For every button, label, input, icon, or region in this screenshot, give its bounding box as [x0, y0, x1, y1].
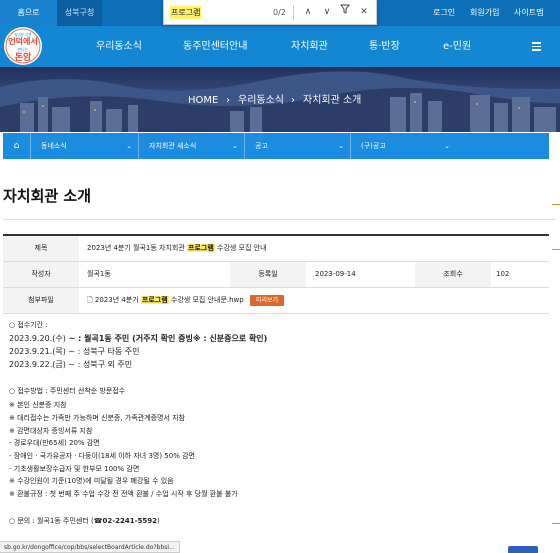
note-line: ※ 대리접수는 가족만 가능하며 신분증, 가족관계증명서 지참 [9, 414, 186, 422]
nav-item-tongban[interactable]: 통·반장 [369, 26, 400, 67]
logo-emblem-icon: 정겨운 이웃 언덕에서 만나는 돈암 [4, 27, 42, 65]
signup-link[interactable]: 회원가입 [470, 0, 499, 26]
chevron-down-icon: ⌄ [126, 142, 132, 150]
period-line: 2023.9.20.(수) ~ : 월곡1동 주민 (거주지 확인 증빙※ : … [9, 334, 268, 343]
nav-item-eminwon[interactable]: e-민원 [443, 26, 471, 67]
find-bar: 프로그램 0/2 ∧ ∨ ✕ [163, 0, 377, 25]
logo-line2: 언덕에서 [8, 36, 37, 46]
logo-line3: 만나는 [17, 46, 28, 52]
table-row: 작성자 월곡1동 등록일 2023-09-14 조회수 102 [3, 262, 549, 288]
nav-item-news[interactable]: 우리동소식 [96, 26, 142, 67]
nav-item-center[interactable]: 동주민센터안내 [183, 26, 247, 67]
period-heading: ○ 접수기간 : [9, 321, 48, 329]
submenu-old-notice[interactable]: (구)공고 ⌄ [350, 133, 456, 159]
note-line: ※ 수강인원이 기준(10명)에 미달될 경우 폐강될 수 있음 [9, 477, 174, 485]
breadcrumb-level1[interactable]: 우리동소식 [238, 94, 284, 108]
main-nav: 우리동소식 동주민센터안내 자치회관 통·반장 e-민원 [0, 26, 560, 67]
find-input[interactable]: 프로그램 [170, 6, 202, 19]
find-close-icon[interactable]: ✕ [356, 4, 372, 20]
submenu-label: 공고 [255, 142, 268, 150]
subject-value: 2023년 4분기 월곡1동 자치회관 프로그램 수강생 모집 안내 [87, 244, 267, 252]
discount-line: - 기초생활보장수급자 및 한부모 100% 감면 [9, 465, 140, 473]
sub-menu: ⌂ 동네소식 ⌄ 자치회관 새소식 ⌄ 공고 ⌄ (구)공고 ⌄ [3, 133, 549, 159]
submenu-label: 자치회관 새소식 [149, 142, 197, 150]
title-divider [3, 219, 556, 220]
submenu-label: (구)공고 [361, 142, 386, 150]
scroll-marker [552, 204, 560, 205]
find-count: 0/2 [273, 8, 286, 17]
find-prev-icon[interactable]: ∧ [300, 4, 316, 20]
find-highlight: 프로그램 [140, 296, 169, 304]
note-line: ※ 감면대상자 증빙서류 지참 [9, 427, 93, 435]
contact-line: ○ 문의 : 월곡1동 주민센터 (☎02-2241-5592) [9, 517, 160, 525]
table-row: 제목 2023년 4분기 월곡1동 자치회관 프로그램 수강생 모집 안내 [3, 236, 549, 262]
breadcrumb-sep-icon: › [226, 95, 230, 106]
site-logo[interactable]: 정겨운 이웃 언덕에서 만나는 돈암 [0, 26, 47, 67]
file-icon: 🗋 [87, 296, 93, 304]
page: 홈으로 성북구청 로그인 회원가입 사이트맵 우리동소식 동주민센터안내 자치회… [0, 0, 560, 553]
find-highlight: 프로그램 [187, 244, 215, 252]
breadcrumb-sep-icon: › [291, 95, 295, 106]
chevron-down-icon: ⌄ [232, 142, 238, 150]
attachment-link[interactable]: 🗋 2023년 4분기 프로그램 수강생 모집 안내문.hwp 미리보기 [87, 288, 285, 313]
method-line: ○ 접수방법 : 주민센터 선착순 방문접수 [9, 387, 126, 395]
note-line: ※ 본인 신분증 지참 [9, 401, 67, 409]
home-tab[interactable]: 홈으로 [0, 0, 57, 26]
attach-label: 첨부파일 [3, 288, 79, 313]
date-label: 등록일 [230, 262, 306, 287]
submenu-notice[interactable]: 공고 ⌄ [244, 133, 350, 159]
author-value: 월곡1동 [87, 270, 111, 278]
sitemap-link[interactable]: 사이트맵 [514, 0, 543, 26]
submenu-dongne[interactable]: 동네소식 ⌄ [30, 133, 138, 159]
floating-button[interactable] [508, 546, 538, 553]
article-info-table: 제목 2023년 4분기 월곡1동 자치회관 프로그램 수강생 모집 안내 작성… [3, 234, 549, 314]
period-line: 2023.9.22.(금) ~ : 성북구 외 주민 [9, 360, 133, 369]
period-line: 2023.9.21.(목) ~ : 성북구 타동 주민 [9, 347, 140, 356]
gu-office-tab[interactable]: 성북구청 [57, 0, 102, 26]
login-link[interactable]: 로그인 [433, 0, 455, 26]
chevron-down-icon: ⌄ [444, 142, 450, 150]
note-line: ※ 환불규정 : 첫 번째 주 수업 수강 전 전액 환불 / 수업 시작 후 … [9, 490, 238, 498]
status-url-bar: sb.go.kr/dongoffice/cop/bbs/selectBoardA… [0, 541, 180, 553]
author-label: 작성자 [3, 262, 79, 287]
scroll-marker [552, 523, 560, 524]
submenu-label: 동네소식 [41, 142, 67, 150]
breadcrumb-home[interactable]: HOME [188, 94, 218, 108]
logo-line4: 돈암 [15, 51, 32, 63]
scroll-marker [552, 249, 560, 250]
preview-button[interactable]: 미리보기 [249, 294, 285, 306]
home-icon[interactable]: ⌂ [3, 133, 30, 159]
discount-line: - 경로우대(만65세) 20% 감면 [9, 439, 100, 447]
submenu-hall-news[interactable]: 자치회관 새소식 ⌄ [138, 133, 244, 159]
table-row: 첨부파일 🗋 2023년 4분기 프로그램 수강생 모집 안내문.hwp 미리보… [3, 288, 549, 314]
find-filter-icon[interactable] [337, 4, 353, 20]
find-divider [293, 5, 294, 20]
views-value: 102 [496, 270, 510, 278]
nav-item-hall[interactable]: 자치회관 [291, 26, 328, 67]
page-title: 자치회관 소개 [3, 187, 92, 205]
menu-icon[interactable] [532, 42, 541, 53]
discount-line: - 장애인 · 국가유공자 · 다둥이(18세 이하 자녀 3명) 50% 감면 [9, 452, 195, 460]
find-next-icon[interactable]: ∨ [319, 4, 335, 20]
breadcrumb-level2: 자치회관 소개 [303, 95, 362, 106]
hero-banner: HOME › 우리동소식 › 자치회관 소개 [0, 67, 560, 132]
subject-label: 제목 [3, 236, 79, 261]
views-label: 조회수 [415, 262, 491, 287]
date-value: 2023-09-14 [315, 270, 356, 278]
chevron-down-icon: ⌄ [338, 142, 344, 150]
